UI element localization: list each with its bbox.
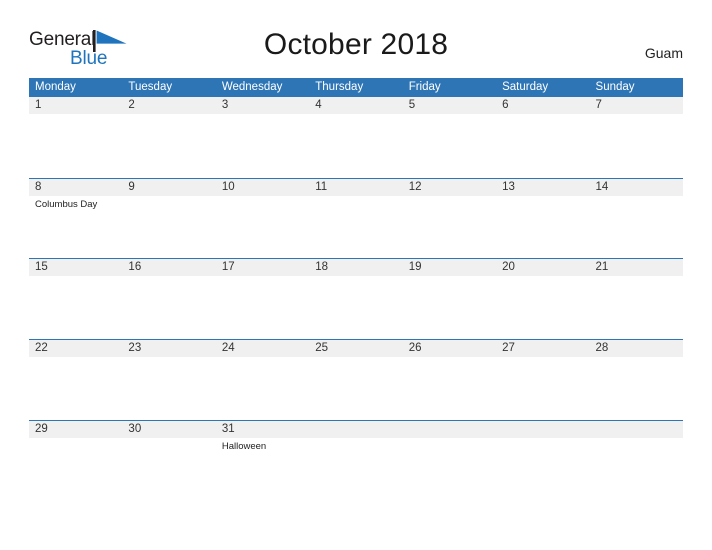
calendar-day-cell[interactable]: 30 [122, 421, 215, 501]
calendar-table: Monday Tuesday Wednesday Thursday Friday Satu… [29, 78, 683, 500]
calendar-day-cell[interactable]: 11 [309, 179, 402, 259]
day-number [409, 421, 496, 438]
day-number: 7 [595, 99, 602, 111]
day-number: 25 [315, 342, 329, 355]
calendar-day-cell[interactable]: 21 [590, 259, 683, 339]
calendar-day-cell[interactable]: 16 [122, 259, 215, 339]
day-number: 29 [35, 422, 48, 435]
calendar-week-row: 8 Columbus Day 9 10 11 12 13 14 [29, 177, 683, 259]
day-number: 3 [221, 99, 229, 111]
day-number: 30 [128, 422, 142, 435]
week-day-cells: 29 30 31 Halloween [29, 421, 683, 501]
calendar-day-cell[interactable]: 14 [590, 179, 683, 259]
calendar-day-cell[interactable]: 13 [496, 179, 589, 259]
day-number [596, 421, 683, 438]
day-number: 10 [221, 180, 235, 193]
calendar-day-cell[interactable]: 27 [496, 340, 589, 420]
day-number: 5 [408, 99, 416, 111]
calendar-week-row: 22 23 24 25 26 27 28 [29, 339, 683, 420]
day-number: 24 [221, 342, 235, 355]
day-number: 21 [595, 261, 609, 274]
day-number: 27 [502, 342, 515, 355]
calendar-day-cell[interactable]: 19 [403, 259, 496, 339]
region-label: Guam [644, 45, 683, 61]
day-number [315, 421, 402, 438]
day-number: 26 [408, 342, 422, 355]
holiday-label: Columbus Day [35, 198, 98, 210]
day-number: 4 [315, 99, 322, 111]
weekday-header-saturday: Saturday [502, 81, 549, 93]
calendar-day-cell[interactable]: 29 [29, 421, 122, 501]
calendar-day-cell[interactable]: 12 [403, 179, 496, 259]
calendar-day-cell-empty [496, 421, 589, 501]
day-number: 22 [35, 342, 48, 355]
calendar-day-cell[interactable]: 2 [122, 97, 215, 178]
calendar-day-cell[interactable]: 25 [309, 340, 402, 420]
day-number: 28 [595, 342, 609, 355]
day-number: 12 [408, 180, 422, 193]
day-number: 1 [35, 99, 42, 111]
calendar-day-cell[interactable]: 6 [496, 97, 589, 178]
week-day-cells: 1 2 3 4 5 6 7 [29, 97, 683, 178]
calendar-week-row: 29 30 31 Halloween [29, 419, 683, 501]
day-number: 16 [128, 261, 142, 274]
weekday-header-monday: Monday [35, 81, 76, 93]
day-number: 20 [502, 261, 515, 274]
calendar-day-cell[interactable]: 15 [29, 259, 122, 339]
weekday-header-thursday: Thursday [315, 81, 364, 93]
calendar-day-cell[interactable]: 22 [29, 340, 122, 420]
day-number: 8 [35, 180, 42, 193]
calendar-day-cell[interactable]: 4 [309, 97, 402, 178]
calendar-day-cell[interactable]: 7 [590, 97, 683, 178]
day-number: 19 [408, 261, 422, 274]
calendar-day-cell[interactable]: 24 [216, 340, 309, 420]
day-events: Columbus Day [35, 199, 122, 211]
day-number: 2 [128, 99, 135, 111]
calendar-day-cell[interactable]: 23 [122, 340, 215, 420]
calendar-day-cell[interactable]: 26 [403, 340, 496, 420]
day-number: 17 [221, 261, 235, 274]
day-events: Halloween [222, 441, 309, 453]
weekday-header-sunday: Sunday [595, 81, 635, 93]
day-number: 18 [315, 261, 329, 274]
weekday-header-friday: Friday [408, 81, 441, 93]
day-number: 6 [502, 99, 509, 111]
day-number: 11 [315, 180, 328, 193]
day-number: 9 [128, 180, 135, 193]
calendar-day-cell[interactable]: 10 [216, 179, 309, 259]
week-day-cells: 22 23 24 25 26 27 28 [29, 340, 683, 420]
day-number: 31 [221, 422, 235, 435]
calendar-day-cell-empty [403, 421, 496, 501]
calendar-day-cell[interactable]: 18 [309, 259, 402, 339]
calendar-week-row: 15 16 17 18 19 20 21 [29, 258, 683, 339]
weekday-header-tuesday: Tuesday [128, 81, 173, 93]
week-day-cells: 15 16 17 18 19 20 21 [29, 259, 683, 339]
calendar-week-row: 1 2 3 4 5 6 7 [29, 97, 683, 178]
calendar-day-cell[interactable]: 5 [403, 97, 496, 178]
calendar-day-cell[interactable]: 20 [496, 259, 589, 339]
calendar-day-cell[interactable]: 8 Columbus Day [29, 179, 122, 259]
calendar-day-cell[interactable]: 3 [216, 97, 309, 178]
day-number: 15 [35, 261, 48, 274]
page-title: October 2018 [263, 28, 449, 61]
weekday-header-row: Monday Tuesday Wednesday Thursday Friday Satu… [29, 78, 683, 97]
page-header: General Blue October 2018 Guam [0, 0, 712, 68]
calendar-day-cell[interactable]: 31 Halloween [216, 421, 309, 501]
day-number: 23 [128, 342, 142, 355]
calendar-day-cell[interactable]: 17 [216, 259, 309, 339]
calendar-day-cell[interactable]: 28 [590, 340, 683, 420]
holiday-label: Halloween [221, 440, 267, 452]
calendar-weeks: 1 2 3 4 5 6 7 8 Columbus Day 9 10 11 12 13 14 15 16 17 18 1… [29, 97, 683, 500]
calendar-day-cell[interactable]: 9 [122, 179, 215, 259]
calendar-day-cell[interactable]: 1 [29, 97, 122, 178]
day-number: 14 [595, 180, 609, 193]
day-number: 13 [502, 180, 515, 193]
weekday-header-wednesday: Wednesday [221, 81, 283, 93]
week-day-cells: 8 Columbus Day 9 10 11 12 13 14 [29, 179, 683, 259]
day-number [502, 421, 589, 438]
calendar-day-cell-empty [309, 421, 402, 501]
calendar-day-cell-empty [590, 421, 683, 501]
